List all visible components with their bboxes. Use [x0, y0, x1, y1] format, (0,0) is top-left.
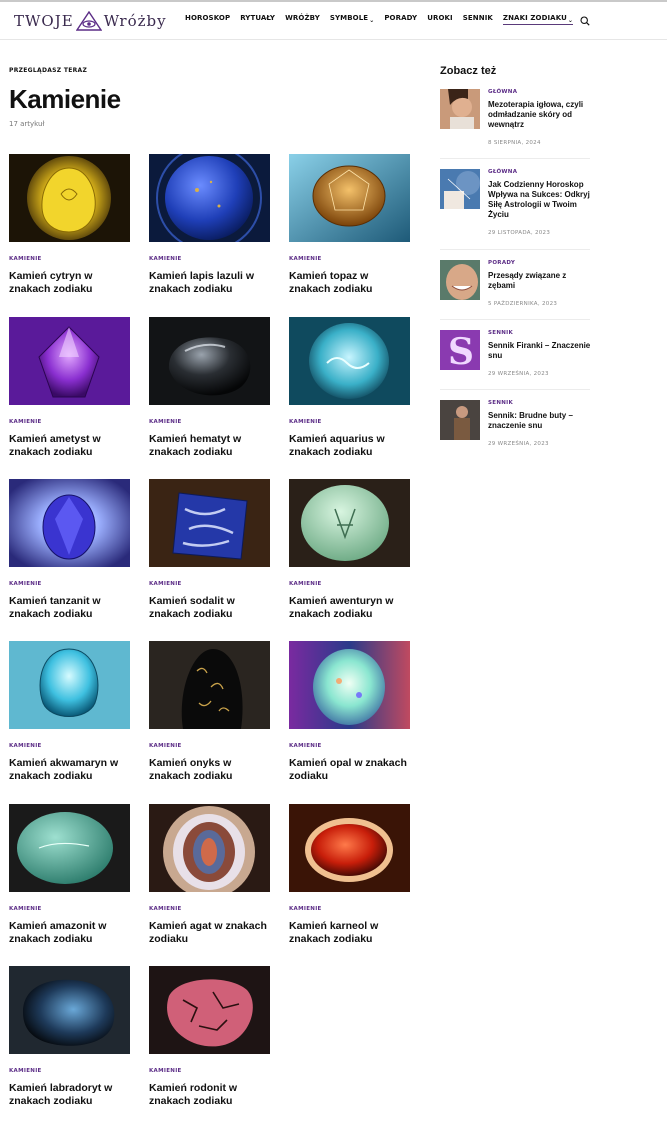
sidebar-item-date: 5 PAŹDZIERNIKA, 2023 — [488, 301, 558, 307]
card-category[interactable]: KAMIENIE — [289, 581, 322, 587]
sidebar-item-title[interactable]: Jak Codzienny Horoskop Wpływa na Sukces:… — [488, 180, 592, 220]
aquarius-image[interactable] — [289, 317, 410, 405]
nav-symbole-label: SYMBOLE — [329, 14, 369, 22]
sidebar-item-category[interactable]: GŁÓWNA — [488, 169, 517, 175]
chevron-down-icon: ⌄ — [369, 17, 375, 24]
card-category[interactable]: KAMIENIE — [9, 743, 42, 749]
letter-s-image[interactable]: S — [440, 330, 480, 370]
onyx-image[interactable] — [149, 641, 270, 729]
nav-symbole[interactable]: SYMBOLE⌄ — [330, 14, 374, 25]
card-category[interactable]: KAMIENIE — [149, 256, 182, 262]
nav-horoskop[interactable]: HOROSKOP — [185, 14, 230, 25]
horoscope-image[interactable] — [440, 169, 480, 209]
nav-sennik[interactable]: SENNIK — [463, 14, 493, 25]
sidebar-item-date: 29 WRZEŚNIA, 2023 — [488, 441, 549, 447]
sodalite-image[interactable] — [149, 479, 270, 567]
aventurine-image[interactable] — [289, 479, 410, 567]
card-category[interactable]: KAMIENIE — [9, 906, 42, 912]
smile-image[interactable] — [440, 260, 480, 300]
nav-znaki-label: ZNAKI ZODIAKU — [502, 14, 567, 22]
eye-triangle-icon — [75, 11, 102, 31]
tanzanite-image[interactable] — [9, 479, 130, 567]
hematite-image[interactable] — [149, 317, 270, 405]
logo-text-2: Wróżby — [103, 12, 167, 30]
card-category[interactable]: KAMIENIE — [289, 256, 322, 262]
woman-image[interactable] — [440, 400, 480, 440]
card-category[interactable]: KAMIENIE — [149, 419, 182, 425]
card-title[interactable]: Kamień topaz w znakach zodiaku — [289, 270, 410, 296]
labradorite-image[interactable] — [9, 966, 130, 1054]
card-title[interactable]: Kamień rodonit w znakach zodiaku — [149, 1082, 270, 1108]
aquamarine-image[interactable] — [9, 641, 130, 729]
site-header: Twoje Wróżby HOROSKOP RYTUAŁY WRÓŻBY SYM… — [0, 2, 667, 40]
divider — [440, 319, 590, 320]
card-title[interactable]: Kamień akwamaryn w znakach zodiaku — [9, 757, 130, 783]
card-category[interactable]: KAMIENIE — [9, 419, 42, 425]
card-title[interactable]: Kamień aquarius w znakach zodiaku — [289, 433, 410, 459]
divider — [440, 249, 590, 250]
card-category[interactable]: KAMIENIE — [149, 1068, 182, 1074]
nav-wrozby[interactable]: WRÓŻBY — [285, 14, 320, 25]
site-logo[interactable]: Twoje Wróżby — [14, 10, 167, 32]
carnelian-image[interactable] — [289, 804, 410, 892]
nav-uroki[interactable]: UROKI — [427, 14, 453, 25]
sidebar-item-category[interactable]: PORADY — [488, 260, 515, 266]
topaz-image[interactable] — [289, 154, 410, 242]
card-title[interactable]: Kamień sodalit w znakach zodiaku — [149, 595, 270, 621]
card-category[interactable]: KAMIENIE — [289, 906, 322, 912]
card-title[interactable]: Kamień opal w znakach zodiaku — [289, 757, 410, 783]
sidebar-item-category[interactable]: SENNIK — [488, 400, 513, 406]
sidebar-item-title[interactable]: Sennik Firanki – Znaczenie snu — [488, 341, 592, 361]
rhodonite-image[interactable] — [149, 966, 270, 1054]
card-category[interactable]: KAMIENIE — [289, 419, 322, 425]
card-title[interactable]: Kamień karneol w znakach zodiaku — [289, 920, 410, 946]
card-category[interactable]: KAMIENIE — [149, 581, 182, 587]
card-title[interactable]: Kamień agat w znakach zodiaku — [149, 920, 270, 946]
amethyst-image[interactable] — [9, 317, 130, 405]
card-title[interactable]: Kamień ametyst w znakach zodiaku — [9, 433, 130, 459]
card-title[interactable]: Kamień lapis lazuli w znakach zodiaku — [149, 270, 270, 296]
citrine-image[interactable] — [9, 154, 130, 242]
card-title[interactable]: Kamień cytryn w znakach zodiaku — [9, 270, 130, 296]
card-category[interactable]: KAMIENIE — [9, 1068, 42, 1074]
sidebar-item-date: 29 LISTOPADA, 2023 — [488, 230, 551, 236]
nav-porady[interactable]: PORADY — [384, 14, 417, 25]
page-kicker: PRZEGLĄDASZ TERAZ — [9, 67, 88, 74]
sidebar-item-title[interactable]: Mezoterapia igłowa, czyli odmładzanie sk… — [488, 100, 592, 130]
page-title: Kamienie — [9, 84, 121, 114]
card-category[interactable]: KAMIENIE — [149, 906, 182, 912]
nav-rytualy[interactable]: RYTUAŁY — [240, 14, 275, 25]
main-nav: HOROSKOP RYTUAŁY WRÓŻBY SYMBOLE⌄ PORADY … — [185, 14, 574, 25]
card-title[interactable]: Kamień awenturyn w znakach zodiaku — [289, 595, 410, 621]
sidebar-item-category[interactable]: GŁÓWNA — [488, 89, 517, 95]
sidebar-item-date: 29 WRZEŚNIA, 2023 — [488, 371, 549, 377]
card-category[interactable]: KAMIENIE — [289, 743, 322, 749]
sidebar-item-title[interactable]: Sennik: Brudne buty – znaczenie snu — [488, 411, 592, 431]
card-title[interactable]: Kamień hematyt w znakach zodiaku — [149, 433, 270, 459]
chevron-down-icon: ⌄ — [567, 17, 574, 24]
sidebar-item-date: 8 SIERPNIA, 2024 — [488, 140, 541, 146]
agate-image[interactable] — [149, 804, 270, 892]
search-icon[interactable] — [580, 16, 590, 26]
divider — [440, 158, 590, 159]
sidebar-title: Zobacz też — [440, 65, 497, 77]
card-title[interactable]: Kamień labradoryt w znakach zodiaku — [9, 1082, 130, 1108]
card-category[interactable]: KAMIENIE — [9, 581, 42, 587]
card-category[interactable]: KAMIENIE — [9, 256, 42, 262]
card-title[interactable]: Kamień amazonit w znakach zodiaku — [9, 920, 130, 946]
article-count: 17 artykuł — [9, 120, 45, 128]
card-title[interactable]: Kamień tanzanit w znakach zodiaku — [9, 595, 130, 621]
logo-text-1: Twoje — [14, 12, 74, 30]
divider — [440, 389, 590, 390]
opal-image[interactable] — [289, 641, 410, 729]
sidebar-item-title[interactable]: Przesądy związane z zębami — [488, 271, 592, 291]
portrait-image[interactable] — [440, 89, 480, 129]
amazonite-image[interactable] — [9, 804, 130, 892]
sidebar-item-category[interactable]: SENNIK — [488, 330, 513, 336]
card-title[interactable]: Kamień onyks w znakach zodiaku — [149, 757, 270, 783]
svg-text:S: S — [448, 331, 474, 370]
nav-znaki-zodiaku[interactable]: ZNAKI ZODIAKU⌄ — [502, 14, 574, 25]
lapis-image[interactable] — [149, 154, 270, 242]
card-category[interactable]: KAMIENIE — [149, 743, 182, 749]
